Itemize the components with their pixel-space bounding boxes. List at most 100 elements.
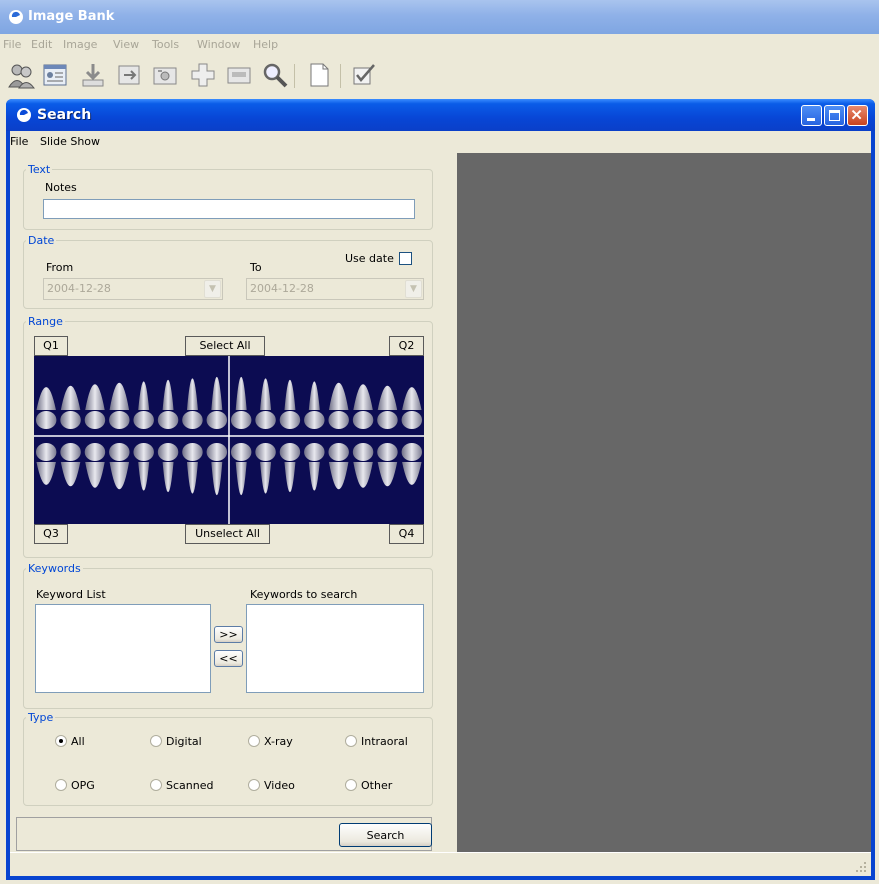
type-xray-radio[interactable] [248,735,260,747]
to-date-dropdown-icon[interactable]: ▼ [405,280,422,298]
upper-crown-10[interactable] [255,411,276,429]
upper-tooth-13[interactable] [328,382,349,410]
upper-crown-13[interactable] [328,411,349,429]
lower-crown-3[interactable] [84,443,106,461]
lower-tooth-16[interactable] [402,462,422,485]
lower-tooth-4[interactable] [109,462,130,490]
app-menu-edit[interactable]: Edit [31,38,52,51]
use-date-checkbox[interactable] [399,252,412,265]
new-document-icon[interactable] [304,60,334,90]
type-digital-radio[interactable] [150,735,162,747]
upper-crown-8[interactable] [206,411,228,429]
app-menu-window[interactable]: Window [197,38,240,51]
patients-icon[interactable] [6,60,36,90]
select-all-button[interactable]: Select All [185,336,265,356]
upper-tooth-7[interactable] [186,378,198,410]
lower-crown-11[interactable] [279,443,301,461]
search-menu-slide-show[interactable]: Slide Show [40,135,100,148]
app-menu-view[interactable]: View [113,38,139,51]
resize-grip-icon[interactable] [855,861,867,873]
upper-tooth-16[interactable] [402,387,422,410]
image-preview-pane[interactable] [457,153,871,852]
unselect-all-button[interactable]: Unselect All [185,524,270,544]
lower-tooth-9[interactable] [235,462,247,496]
lower-tooth-1[interactable] [36,462,56,485]
type-video-label[interactable]: Video [264,779,295,792]
search-menu-file[interactable]: File [10,135,28,148]
upper-tooth-11[interactable] [284,379,296,410]
q2-button[interactable]: Q2 [389,336,424,356]
lower-crown-2[interactable] [60,443,81,461]
upper-crown-16[interactable] [401,411,423,429]
upper-tooth-4[interactable] [109,382,130,410]
notes-input[interactable] [43,199,415,219]
app-titlebar[interactable]: Image Bank [0,0,879,34]
export-icon[interactable] [114,60,144,90]
dental-chart-graphic[interactable] [34,356,424,524]
lower-tooth-5[interactable] [138,462,150,491]
upper-tooth-10[interactable] [260,378,272,410]
upper-tooth-3[interactable] [85,384,105,410]
lower-crown-7[interactable] [182,443,203,461]
type-all-radio[interactable] [55,735,67,747]
to-date-picker[interactable]: 2004-12-28 ▼ [246,278,424,300]
upper-tooth-1[interactable] [36,387,56,410]
lower-tooth-14[interactable] [353,462,373,488]
type-digital-label[interactable]: Digital [166,735,202,748]
q1-button[interactable]: Q1 [34,336,68,356]
upper-crown-5[interactable] [133,411,154,429]
upper-tooth-5[interactable] [138,381,150,410]
type-scanned-radio[interactable] [150,779,162,791]
q4-button[interactable]: Q4 [389,524,424,544]
type-opg-label[interactable]: OPG [71,779,95,792]
lower-tooth-12[interactable] [308,462,320,491]
lower-crown-15[interactable] [377,443,398,461]
from-date-picker[interactable]: 2004-12-28 ▼ [43,278,223,300]
q3-button[interactable]: Q3 [34,524,68,544]
upper-crown-14[interactable] [352,411,374,429]
add-keyword-button[interactable]: >> [214,626,243,643]
keywords-to-search-box[interactable] [246,604,424,693]
lower-tooth-7[interactable] [186,462,198,494]
type-intraoral-label[interactable]: Intraoral [361,735,408,748]
lower-tooth-3[interactable] [85,462,105,488]
upper-crown-12[interactable] [304,411,325,429]
lower-crown-4[interactable] [109,443,130,461]
upper-tooth-14[interactable] [353,384,373,410]
lower-tooth-13[interactable] [328,462,349,490]
upper-crown-9[interactable] [230,411,252,429]
upper-crown-11[interactable] [279,411,301,429]
minimize-button[interactable] [801,105,822,126]
type-xray-label[interactable]: X-ray [264,735,293,748]
type-other-label[interactable]: Other [361,779,392,792]
upper-tooth-6[interactable] [162,379,174,410]
upper-crown-15[interactable] [377,411,398,429]
search-icon[interactable] [260,60,290,90]
import-icon[interactable] [78,60,108,90]
upper-tooth-9[interactable] [235,376,247,410]
lower-crown-5[interactable] [133,443,154,461]
add-icon[interactable] [188,60,218,90]
scanner-icon[interactable] [224,60,254,90]
close-button[interactable] [847,105,868,126]
type-opg-radio[interactable] [55,779,67,791]
upper-crown-4[interactable] [109,411,130,429]
lower-crown-16[interactable] [401,443,423,461]
patient-card-icon[interactable] [40,60,70,90]
lower-crown-9[interactable] [230,443,252,461]
upper-tooth-8[interactable] [211,376,223,410]
lower-tooth-11[interactable] [284,462,296,493]
app-menu-help[interactable]: Help [253,38,278,51]
type-scanned-label[interactable]: Scanned [166,779,213,792]
lower-tooth-8[interactable] [211,462,223,496]
search-button[interactable]: Search [339,823,432,847]
checklist-icon[interactable] [348,60,378,90]
remove-keyword-button[interactable]: << [214,650,243,667]
app-menu-tools[interactable]: Tools [152,38,179,51]
lower-crown-12[interactable] [304,443,325,461]
lower-crown-6[interactable] [157,443,179,461]
from-date-dropdown-icon[interactable]: ▼ [204,280,221,298]
lower-crown-1[interactable] [35,443,57,461]
type-all-label[interactable]: All [71,735,85,748]
maximize-button[interactable] [824,105,845,126]
